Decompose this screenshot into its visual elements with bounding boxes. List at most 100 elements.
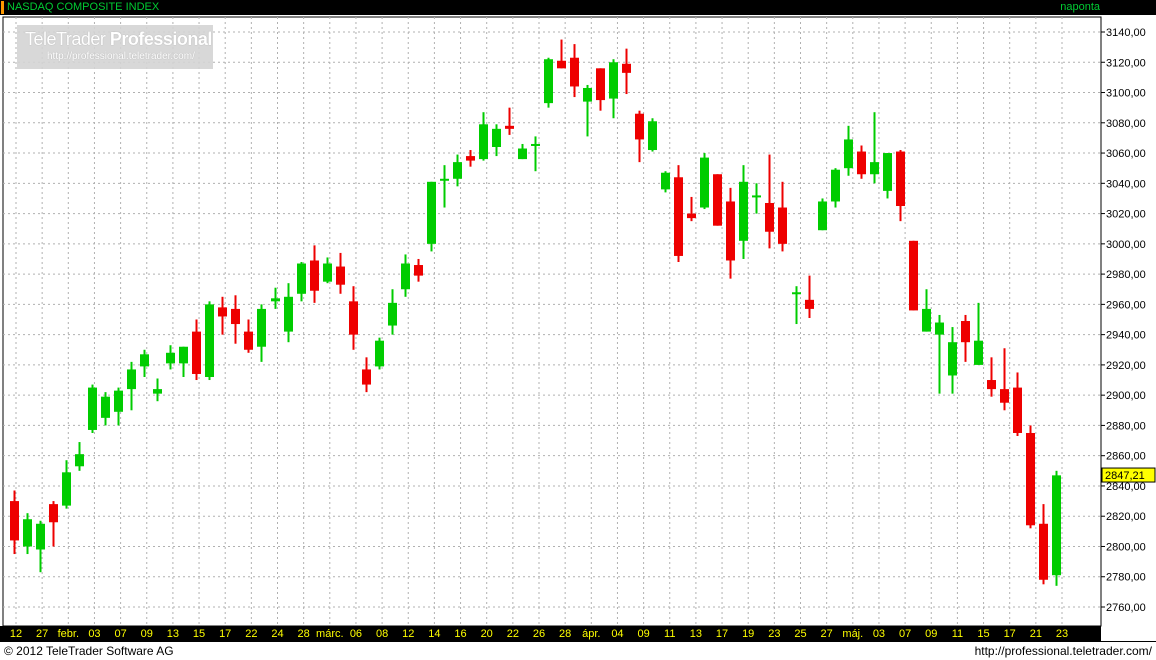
candle-up: [661, 172, 670, 190]
x-tick-label: 04: [611, 628, 623, 640]
candle-up: [818, 201, 827, 231]
interval-label[interactable]: naponta: [1060, 1, 1100, 14]
x-tick-label: 12: [10, 628, 22, 640]
grid-lines: [2, 16, 1102, 627]
x-tick-label: 25: [794, 628, 806, 640]
x-tick-label: 22: [245, 628, 257, 640]
candle-up: [140, 354, 149, 367]
candle-up: [75, 454, 84, 467]
candle-up: [948, 342, 957, 376]
x-tick-label: 27: [36, 628, 48, 640]
candle-up: [609, 62, 618, 99]
y-tick-label: 3000,00: [1106, 239, 1146, 251]
candle-up: [974, 340, 983, 365]
x-tick-label: 09: [925, 628, 937, 640]
candle-down: [192, 331, 201, 374]
x-tick-label: 17: [219, 628, 231, 640]
candle-up: [648, 121, 657, 151]
y-tick-label: 2900,00: [1106, 390, 1146, 402]
candle-down: [896, 151, 905, 207]
x-tick-label: 13: [167, 628, 179, 640]
x-tick-label: 20: [481, 628, 493, 640]
x-tick-label: 03: [873, 628, 885, 640]
x-tick-label: 07: [114, 628, 126, 640]
candle-down: [961, 321, 970, 343]
candle-down: [466, 156, 475, 161]
candle-down: [674, 177, 683, 256]
candle-down: [713, 174, 722, 226]
x-tick-label: 03: [88, 628, 100, 640]
candle-up: [739, 181, 748, 241]
candle-down: [244, 331, 253, 350]
y-tick-label: 3020,00: [1106, 209, 1146, 221]
candle-down: [1026, 432, 1035, 526]
candle-up: [831, 169, 840, 202]
candle-up: [518, 148, 527, 160]
y-tick-label: 3120,00: [1106, 57, 1146, 69]
candle-up: [440, 178, 449, 181]
candle-down: [349, 301, 358, 335]
x-tick-label: 27: [821, 628, 833, 640]
x-tick-label: 08: [376, 628, 388, 640]
y-tick-label: 2780,00: [1106, 572, 1146, 584]
x-tick-label: 15: [977, 628, 989, 640]
candle-up: [88, 387, 97, 430]
candle-up: [700, 157, 709, 208]
candle-down: [362, 369, 371, 385]
source-url-link[interactable]: http://professional.teletrader.com/: [975, 644, 1152, 658]
y-tick-label: 2820,00: [1106, 511, 1146, 523]
y-tick-label: 3040,00: [1106, 178, 1146, 190]
y-tick-label: 3100,00: [1106, 88, 1146, 100]
candle-down: [909, 240, 918, 311]
candle-up: [531, 143, 540, 146]
x-tick-label: 11: [664, 628, 675, 640]
candle-up: [844, 139, 853, 169]
candle-up: [323, 263, 332, 282]
y-tick-label: 2980,00: [1106, 269, 1146, 281]
x-tick-label: 06: [350, 628, 362, 640]
x-tick-label: máj.: [842, 628, 863, 640]
candle-down: [557, 60, 566, 69]
candle-up: [401, 263, 410, 290]
candle-down: [505, 125, 514, 129]
y-tick-label: 2860,00: [1106, 451, 1146, 463]
candle-up: [62, 472, 71, 506]
x-tick-label: 09: [141, 628, 153, 640]
x-tick-label: 12: [402, 628, 414, 640]
x-tick-label: 16: [454, 628, 466, 640]
candle-up: [870, 162, 879, 175]
x-tick-label: ápr.: [582, 628, 600, 640]
candle-down: [414, 265, 423, 276]
watermark-brand: TeleTrader Professional: [25, 29, 212, 49]
candle-up: [284, 296, 293, 332]
x-tick-label: 28: [559, 628, 571, 640]
last-price-label: 2847,21: [1105, 470, 1145, 482]
candle-up: [375, 340, 384, 367]
candle-down: [310, 260, 319, 291]
candle-up: [127, 369, 136, 390]
candle-up: [922, 308, 931, 332]
candle-up: [101, 396, 110, 418]
x-tick-label: 11: [952, 628, 963, 640]
candle-down: [570, 57, 579, 87]
x-tick-label: 19: [742, 628, 754, 640]
x-tick-label: 28: [298, 628, 310, 640]
candle-up: [544, 59, 553, 104]
candle-down: [622, 63, 631, 73]
candle-up: [453, 162, 462, 179]
candle-down: [1013, 387, 1022, 433]
candle-up: [271, 298, 280, 302]
x-tick-label: 21: [1030, 628, 1042, 640]
y-tick-label: 3080,00: [1106, 118, 1146, 130]
candle-down: [726, 201, 735, 261]
candlestick-chart[interactable]: 2760,00 2780,00 2800,00 2820,00 2840,00 2860,…: [0, 15, 1156, 641]
candle-down: [635, 113, 644, 140]
candle-down: [987, 380, 996, 390]
x-tick-label: 13: [690, 628, 702, 640]
title-bar: NASDAQ COMPOSITE INDEX naponta: [0, 0, 1156, 15]
candle-down: [805, 299, 814, 309]
y-tick-label: 2760,00: [1106, 602, 1146, 614]
candle-down: [336, 266, 345, 285]
x-tick-label: 07: [899, 628, 911, 640]
teletrader-watermark: TeleTrader Professional http://professio…: [17, 25, 213, 69]
